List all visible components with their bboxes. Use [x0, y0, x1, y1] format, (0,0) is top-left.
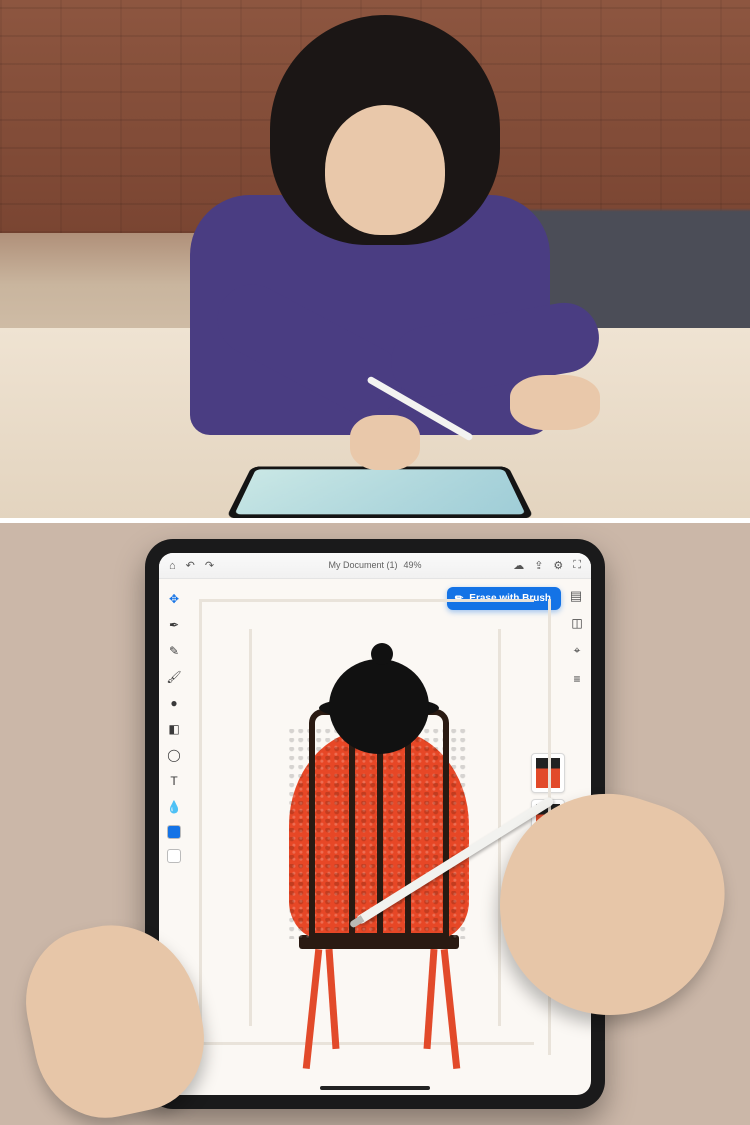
document-title: My Document (1) [328, 560, 397, 570]
figure-hat-pom [371, 643, 393, 665]
cloud-icon[interactable]: ☁ [513, 559, 524, 572]
zoom-level[interactable]: 49% [404, 560, 422, 570]
figure-head [329, 659, 429, 754]
home-indicator[interactable] [320, 1086, 430, 1090]
hand-left [350, 415, 420, 470]
home-icon[interactable]: ⌂ [169, 560, 176, 572]
tablet-angled [226, 466, 534, 517]
photo-tablet-topdown: ⌂ ↶ ↷ My Document (1) 49% ☁ ⇪ ⚙ ⛶ [0, 523, 750, 1125]
fullscreen-icon[interactable]: ⛶ [573, 559, 581, 572]
settings-icon[interactable]: ⚙ [553, 559, 563, 572]
redo-icon[interactable]: ↷ [205, 559, 214, 572]
share-icon[interactable]: ⇪ [534, 559, 543, 572]
undo-icon[interactable]: ↶ [186, 559, 195, 572]
hand-right [510, 375, 600, 430]
app-topbar: ⌂ ↶ ↷ My Document (1) 49% ☁ ⇪ ⚙ ⛶ [159, 553, 591, 579]
person [150, 15, 580, 445]
app-screen: ⌂ ↶ ↷ My Document (1) 49% ☁ ⇪ ⚙ ⛶ [159, 553, 591, 1095]
face [325, 105, 445, 235]
photo-artist-drawing [0, 0, 750, 518]
